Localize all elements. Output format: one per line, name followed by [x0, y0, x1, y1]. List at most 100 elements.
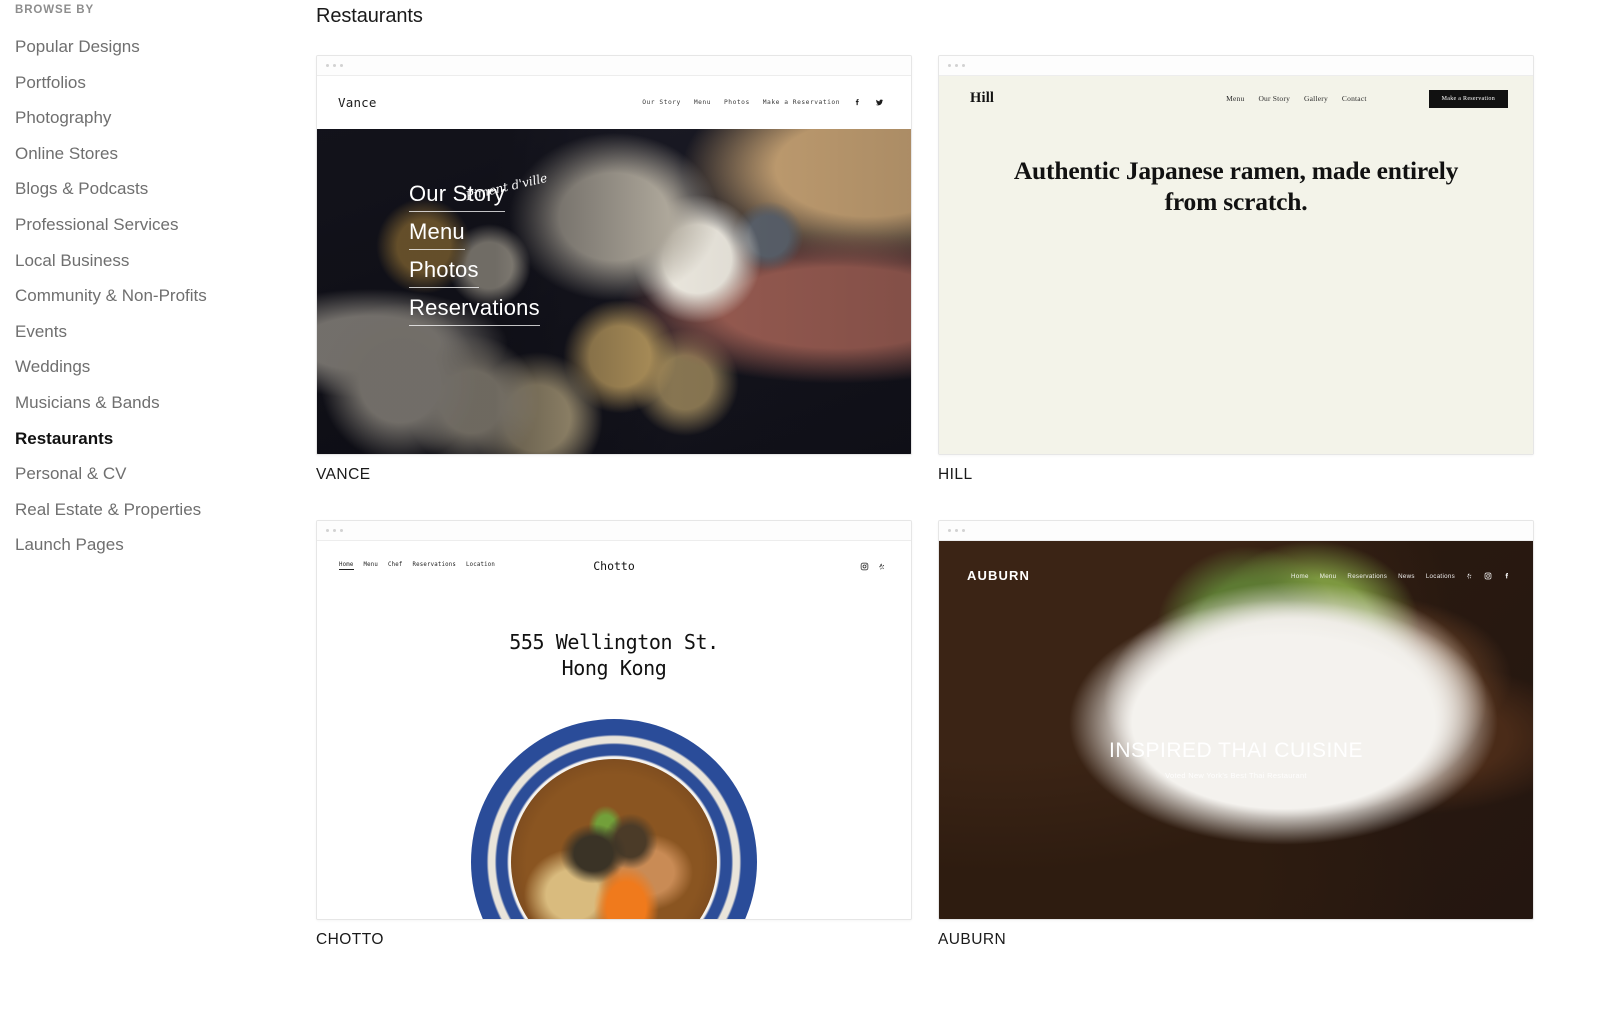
- auburn-nav-news[interactable]: News: [1398, 573, 1415, 580]
- sidebar-item-musicians-bands[interactable]: Musicians & Bands: [15, 394, 316, 430]
- facebook-icon[interactable]: [1503, 572, 1511, 580]
- hill-nav-links: Menu Our Story Gallery Contact: [1226, 94, 1367, 103]
- auburn-logo: AUBURN: [967, 568, 1030, 583]
- vance-hero-link-menu[interactable]: Menu: [409, 219, 465, 250]
- sidebar-item-local-business[interactable]: Local Business: [15, 252, 316, 288]
- auburn-nav-locations[interactable]: Locations: [1426, 573, 1455, 580]
- template-card-vance[interactable]: Vance Our Story Menu Photos Make a Reser…: [316, 55, 912, 484]
- auburn-nav-menu[interactable]: Menu: [1320, 573, 1337, 580]
- sidebar-item-blogs-podcasts[interactable]: Blogs & Podcasts: [15, 180, 316, 216]
- auburn-hero-text: INSPIRED THAI CUISINE Voted New York's B…: [939, 739, 1533, 780]
- chrome-dot: [948, 64, 951, 67]
- browser-chrome-bar: [317, 56, 911, 76]
- instagram-icon[interactable]: [860, 562, 869, 571]
- template-caption-vance: VANCE: [316, 466, 371, 483]
- yelp-icon[interactable]: [878, 562, 886, 571]
- hill-nav-gallery[interactable]: Gallery: [1304, 94, 1328, 103]
- chrome-dot: [955, 529, 958, 532]
- browser-chrome-bar: [939, 56, 1533, 76]
- chotto-navbar: Home Menu Chef Reservations Location Cho…: [317, 541, 911, 591]
- sidebar-item-launch-pages[interactable]: Launch Pages: [15, 536, 316, 572]
- chotto-bowl-interior: [511, 759, 717, 919]
- chrome-dot: [948, 529, 951, 532]
- sidebar-item-community-non-profits[interactable]: Community & Non-Profits: [15, 287, 316, 323]
- hill-navbar: Hill Menu Our Story Gallery Contact Make…: [939, 76, 1533, 121]
- page-root: BROWSE BY Popular Designs Portfolios Pho…: [0, 0, 1600, 1021]
- chrome-dot: [333, 64, 336, 67]
- sidebar-item-weddings[interactable]: Weddings: [15, 358, 316, 394]
- template-preview-vance[interactable]: Vance Our Story Menu Photos Make a Reser…: [316, 55, 912, 455]
- facebook-icon[interactable]: [853, 98, 862, 107]
- auburn-subtitle: Voted New York's Best Thai Restaurant: [1165, 771, 1307, 780]
- hill-nav-menu[interactable]: Menu: [1226, 94, 1244, 103]
- sidebar-nav: Popular Designs Portfolios Photography O…: [15, 38, 316, 572]
- template-caption-hill: HILL: [938, 466, 973, 483]
- template-card-hill[interactable]: Hill Menu Our Story Gallery Contact Make…: [938, 55, 1534, 484]
- sidebar-item-restaurants[interactable]: Restaurants: [15, 430, 316, 466]
- template-card-chotto[interactable]: Home Menu Chef Reservations Location Cho…: [316, 520, 912, 949]
- chotto-address-line1: 555 Wellington St.: [509, 630, 719, 654]
- sidebar-item-portfolios[interactable]: Portfolios: [15, 74, 316, 110]
- preview-viewport: AUBURN Home Menu Reservations News Locat…: [939, 541, 1533, 919]
- vance-hero-link-reservations[interactable]: Reservations: [409, 295, 540, 326]
- sidebar-item-professional-services[interactable]: Professional Services: [15, 216, 316, 252]
- yelp-icon[interactable]: [1466, 572, 1473, 580]
- vance-hero-link-photos[interactable]: Photos: [409, 257, 479, 288]
- hill-nav-our-story[interactable]: Our Story: [1258, 94, 1290, 103]
- chotto-address: 555 Wellington St. Hong Kong: [317, 591, 911, 682]
- chrome-dot: [962, 529, 965, 532]
- instagram-icon[interactable]: [1484, 572, 1492, 580]
- hill-headline: Authentic Japanese ramen, made entirely …: [1013, 156, 1459, 217]
- chrome-dot: [340, 64, 343, 67]
- vance-nav-links: Our Story Menu Photos Make a Reservation: [642, 98, 884, 107]
- auburn-page: AUBURN Home Menu Reservations News Locat…: [939, 541, 1533, 919]
- browser-chrome-bar: [939, 521, 1533, 541]
- sidebar: BROWSE BY Popular Designs Portfolios Pho…: [0, 0, 316, 1021]
- sidebar-item-events[interactable]: Events: [15, 323, 316, 359]
- template-preview-auburn[interactable]: AUBURN Home Menu Reservations News Locat…: [938, 520, 1534, 920]
- template-card-auburn[interactable]: AUBURN Home Menu Reservations News Locat…: [938, 520, 1534, 949]
- template-preview-chotto[interactable]: Home Menu Chef Reservations Location Cho…: [316, 520, 912, 920]
- main-content: Restaurants Vance Our Story Menu Photos …: [316, 0, 1600, 1021]
- hill-ramen-photo: [965, 319, 1507, 444]
- template-preview-hill[interactable]: Hill Menu Our Story Gallery Contact Make…: [938, 55, 1534, 455]
- template-caption-chotto: CHOTTO: [316, 931, 384, 948]
- vance-nav-photos[interactable]: Photos: [724, 99, 750, 106]
- vance-nav-our-story[interactable]: Our Story: [642, 99, 681, 106]
- vance-food-photo: [317, 129, 911, 454]
- chrome-dot: [326, 64, 329, 67]
- hill-nav-contact[interactable]: Contact: [1342, 94, 1367, 103]
- sidebar-item-personal-cv[interactable]: Personal & CV: [15, 465, 316, 501]
- auburn-food-photo: [939, 541, 1533, 919]
- preview-viewport: Hill Menu Our Story Gallery Contact Make…: [939, 76, 1533, 454]
- chrome-dot: [340, 529, 343, 532]
- preview-viewport: Home Menu Chef Reservations Location Cho…: [317, 541, 911, 919]
- hill-reservation-button[interactable]: Make a Reservation: [1428, 89, 1508, 108]
- chotto-social-icons: [860, 562, 886, 571]
- sidebar-item-real-estate-properties[interactable]: Real Estate & Properties: [15, 501, 316, 537]
- vance-nav-menu[interactable]: Menu: [694, 99, 711, 106]
- browser-chrome-bar: [317, 521, 911, 541]
- chotto-address-line2: Hong Kong: [561, 656, 667, 681]
- vance-hero-links: Our Story Menu Photos Reservations: [409, 181, 540, 326]
- auburn-nav-home[interactable]: Home: [1291, 573, 1309, 580]
- auburn-nav-reservations[interactable]: Reservations: [1347, 573, 1387, 580]
- chotto-ramen-bowl-photo: [471, 719, 757, 919]
- vance-logo: Vance: [338, 95, 377, 110]
- template-grid: Vance Our Story Menu Photos Make a Reser…: [316, 55, 1600, 949]
- auburn-title: INSPIRED THAI CUISINE: [1109, 739, 1363, 762]
- chrome-dot: [962, 64, 965, 67]
- sidebar-item-online-stores[interactable]: Online Stores: [15, 145, 316, 181]
- chrome-dot: [955, 64, 958, 67]
- template-caption-auburn: AUBURN: [938, 931, 1007, 948]
- chrome-dot: [333, 529, 336, 532]
- vance-nav-reservation[interactable]: Make a Reservation: [763, 99, 840, 106]
- sidebar-item-photography[interactable]: Photography: [15, 109, 316, 145]
- hill-logo: Hill: [970, 90, 995, 106]
- sidebar-item-popular-designs[interactable]: Popular Designs: [15, 38, 316, 74]
- chotto-logo: Chotto: [593, 559, 635, 573]
- page-title: Restaurants: [316, 5, 423, 27]
- auburn-navbar: Home Menu Reservations News Locations: [1291, 572, 1511, 580]
- vance-hero-image: Piment d'ville Our Story Menu Photos Res…: [317, 129, 911, 454]
- twitter-icon[interactable]: [875, 98, 884, 107]
